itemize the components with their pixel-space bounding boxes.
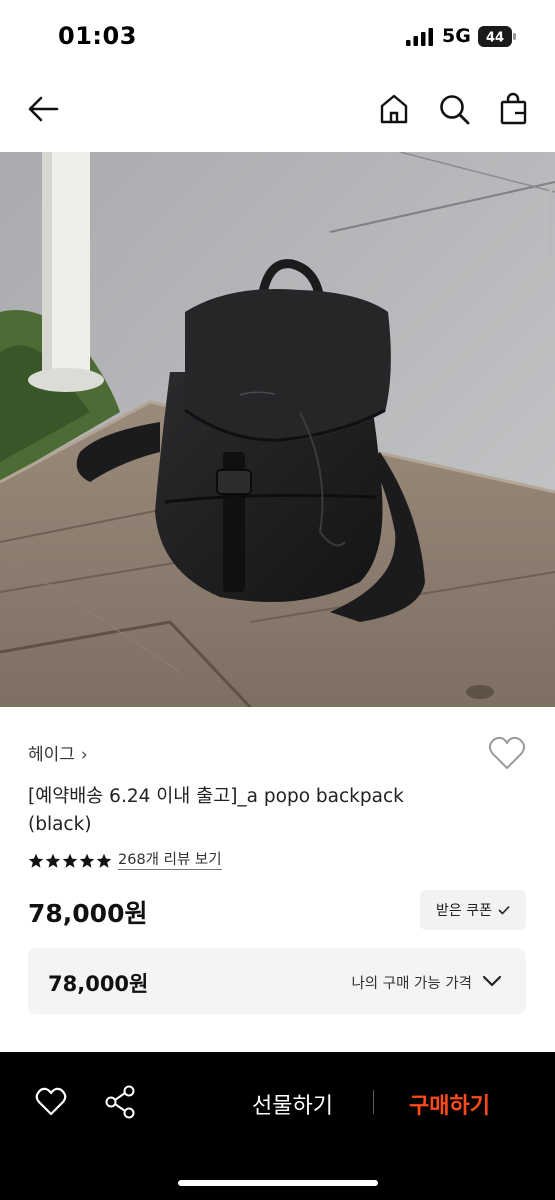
star-icon	[96, 853, 112, 868]
brand-name: 헤이그	[28, 745, 75, 765]
product-price: 78,000원	[28, 899, 148, 928]
home-indicator	[178, 1180, 378, 1186]
divider	[373, 1090, 374, 1114]
brand-link[interactable]: 헤이그 ›	[28, 740, 88, 765]
page-scroll-indicator	[549, 186, 552, 256]
search-icon[interactable]	[437, 92, 471, 126]
chevron-down-icon	[482, 975, 502, 987]
coupon-button[interactable]: 받은 쿠폰	[420, 890, 526, 930]
battery-icon: 44	[478, 26, 516, 47]
check-icon	[498, 905, 510, 915]
product-title: [예약배송 6.24 이내 출고]_a popo backpack (black…	[28, 786, 404, 835]
star-icon	[28, 853, 44, 868]
buy-button[interactable]: 구매하기	[409, 1088, 490, 1120]
review-link[interactable]: 268개 리뷰 보기	[118, 852, 222, 870]
coupon-button-label: 받은 쿠폰	[436, 903, 492, 919]
best-price: 78,000원	[48, 972, 149, 996]
star-icon	[79, 853, 95, 868]
network-type: 5G	[442, 25, 471, 47]
shopping-bag-icon[interactable]	[497, 92, 531, 126]
star-icon	[45, 853, 61, 868]
rating-row[interactable]: 268개 리뷰 보기	[28, 850, 222, 872]
star-icon	[62, 853, 78, 868]
status-bar: 01:03 5G 44	[0, 0, 555, 72]
home-icon[interactable]	[377, 92, 411, 126]
share-icon[interactable]	[104, 1084, 136, 1120]
chevron-right-icon: ›	[80, 745, 88, 765]
battery-level: 44	[486, 31, 504, 46]
product-image[interactable]	[0, 152, 555, 707]
status-time: 01:03	[58, 22, 137, 50]
top-nav	[0, 78, 555, 142]
heart-outline-icon[interactable]	[35, 1087, 67, 1117]
wishlist-heart-icon[interactable]	[488, 735, 526, 771]
backpack-photo	[0, 152, 555, 707]
arrow-left-icon[interactable]	[26, 92, 60, 126]
bottom-action-bar: 선물하기 구매하기	[0, 1052, 555, 1200]
gift-button[interactable]: 선물하기	[252, 1088, 333, 1120]
rating-stars	[28, 853, 112, 869]
best-price-label: 나의 구매 가능 가격	[351, 976, 472, 992]
cellular-signal-icon	[406, 28, 433, 46]
best-price-box[interactable]: 78,000원 나의 구매 가능 가격	[28, 948, 526, 1014]
